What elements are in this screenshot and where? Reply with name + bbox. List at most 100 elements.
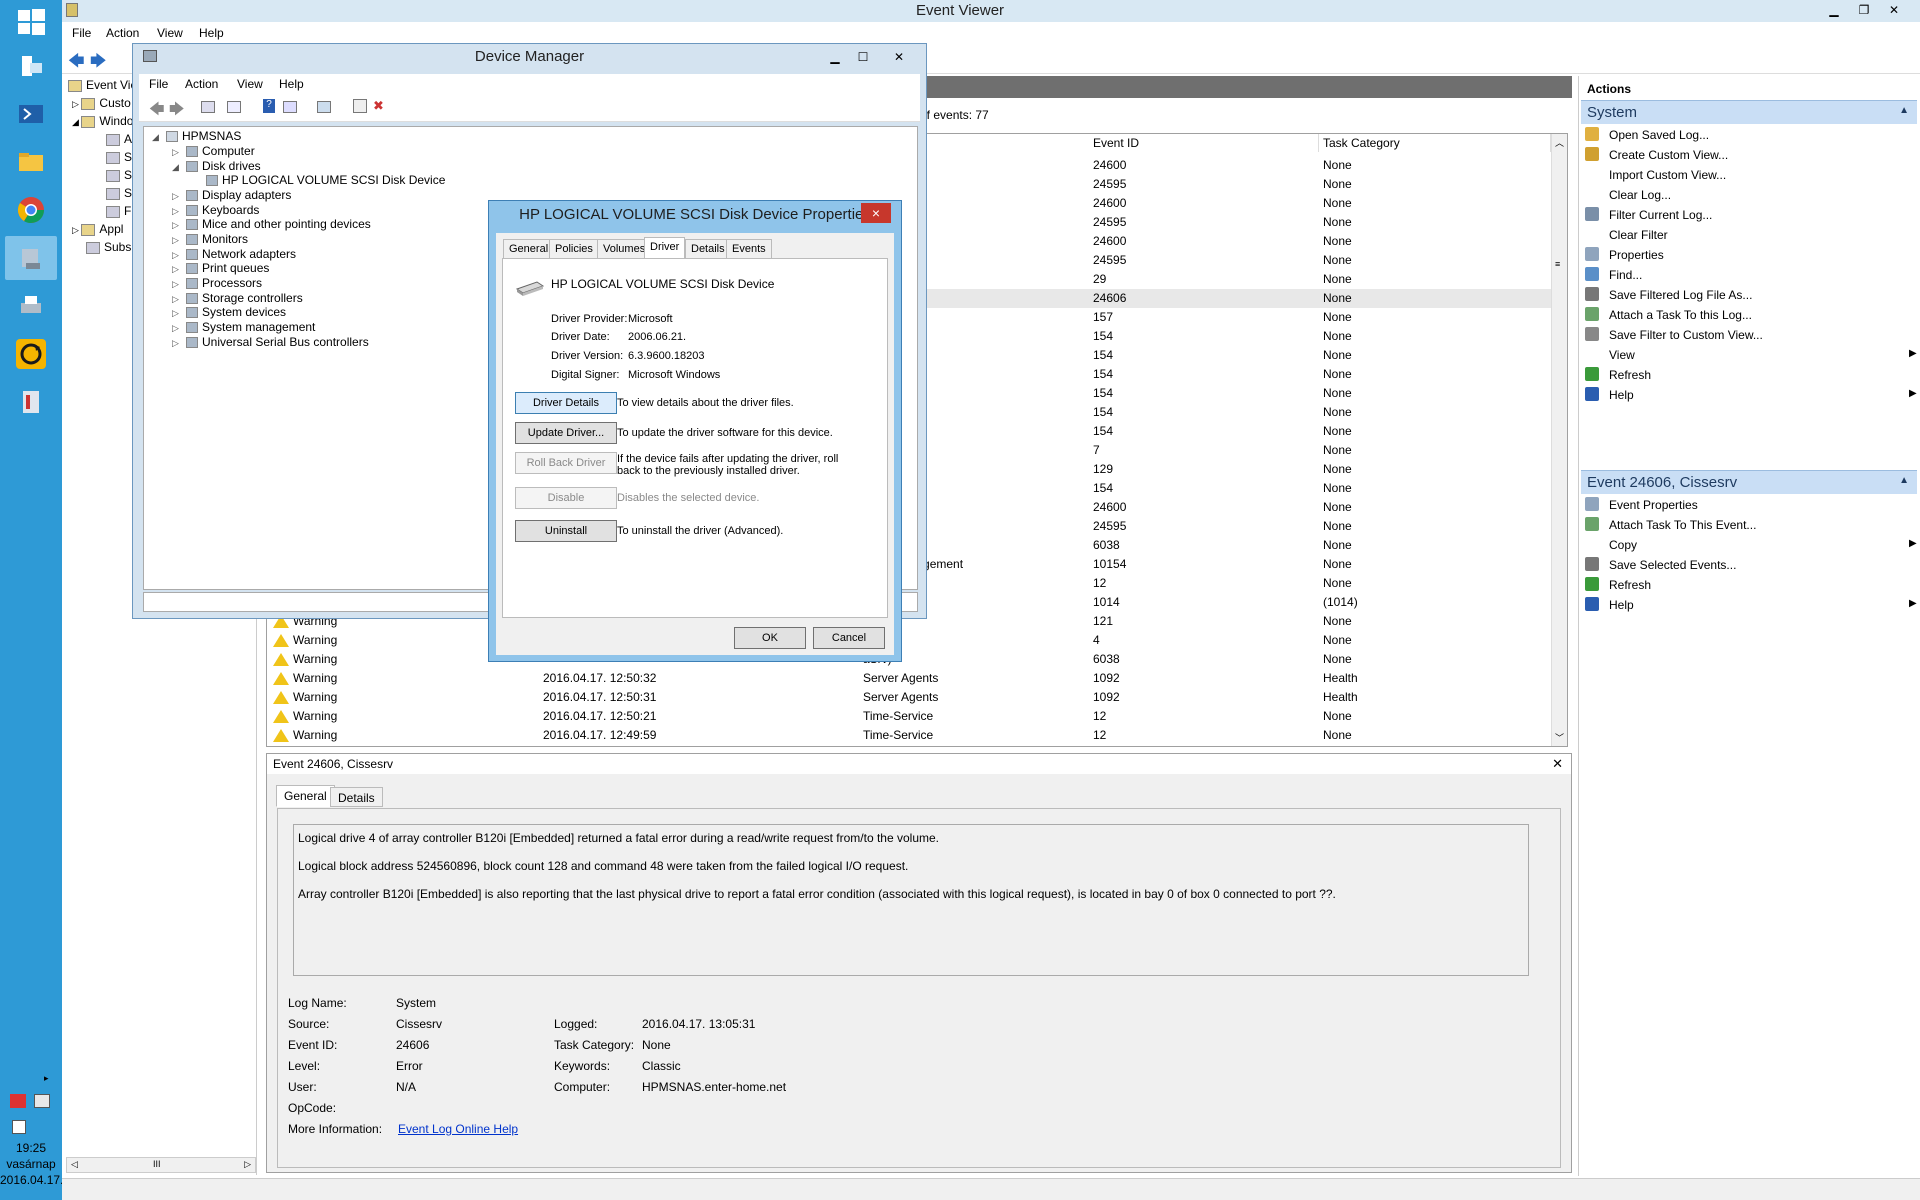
expand-icon[interactable]: ◢: [152, 132, 162, 143]
device-tree-item[interactable]: ▷ Mice and other pointing devices: [172, 217, 371, 231]
action-item[interactable]: Attach a Task To this Log...: [1585, 307, 1752, 322]
expand-icon[interactable]: ▷: [172, 338, 182, 349]
device-tree-item[interactable]: ▷ Universal Serial Bus controllers: [172, 335, 369, 349]
dm-minimize-button[interactable]: ▁: [821, 47, 849, 67]
tree-security[interactable]: S: [106, 150, 132, 164]
action-item[interactable]: Import Custom View...: [1609, 168, 1726, 182]
action-item[interactable]: Clear Filter: [1609, 228, 1668, 242]
action-item[interactable]: Create Custom View...: [1585, 147, 1728, 162]
action-item[interactable]: Find...: [1585, 267, 1642, 282]
dm-properties-icon[interactable]: [227, 101, 241, 113]
tab-details[interactable]: Details: [330, 787, 383, 807]
expand-icon[interactable]: ▷: [172, 279, 182, 290]
forward-icon[interactable]: 🡆: [90, 50, 107, 77]
expand-icon[interactable]: ▷: [172, 191, 182, 202]
cancel-button[interactable]: Cancel: [813, 627, 885, 649]
dm-close-button[interactable]: ✕: [885, 47, 913, 67]
expand-icon[interactable]: ▷: [172, 206, 182, 217]
dm-forward-icon[interactable]: 🡆: [169, 99, 185, 124]
prop-tab-details[interactable]: Details: [685, 239, 731, 259]
action-item[interactable]: Copy ▶: [1609, 538, 1917, 552]
restore-button[interactable]: ❐: [1850, 0, 1878, 20]
sync-taskbar-icon[interactable]: [5, 332, 57, 376]
menu-action[interactable]: Action: [106, 26, 139, 40]
device-manager-taskbar-icon[interactable]: [5, 236, 57, 280]
update-driver-button[interactable]: Update Driver...: [515, 422, 617, 444]
tree-windows-logs[interactable]: ◢ Windo: [72, 114, 133, 128]
dm-help-icon[interactable]: ?: [263, 99, 275, 113]
action-item[interactable]: Refresh: [1585, 577, 1651, 592]
clock-date[interactable]: 2016.04.17.: [0, 1173, 63, 1187]
tab-general[interactable]: General: [276, 785, 335, 807]
expand-icon[interactable]: ▷: [172, 264, 182, 275]
tray-action-center-icon[interactable]: [10, 1094, 26, 1108]
action-item[interactable]: Help ▶: [1585, 387, 1917, 402]
action-item[interactable]: View ▶: [1609, 348, 1917, 362]
actions-group-system[interactable]: System ▲: [1581, 100, 1917, 124]
prop-tab-events[interactable]: Events: [726, 239, 772, 259]
event-viewer-taskbar-icon[interactable]: [5, 380, 57, 424]
tray-network-icon[interactable]: [34, 1094, 50, 1108]
dm-uninstall-icon[interactable]: ✖: [373, 98, 384, 114]
device-tree-item[interactable]: ▷ Keyboards: [172, 203, 259, 217]
expand-icon[interactable]: ▷: [172, 235, 182, 246]
minimize-button[interactable]: ▁: [1820, 0, 1848, 20]
uninstall-button[interactable]: Uninstall: [515, 520, 617, 542]
printer-taskbar-icon[interactable]: [5, 284, 57, 328]
action-item[interactable]: Filter Current Log...: [1585, 207, 1712, 222]
clock-time[interactable]: 19:25: [0, 1141, 62, 1155]
action-item[interactable]: Save Filter to Custom View...: [1585, 327, 1763, 342]
action-item[interactable]: Open Saved Log...: [1585, 127, 1709, 142]
expand-icon[interactable]: ▷: [172, 294, 182, 305]
menu-file[interactable]: File: [72, 26, 91, 40]
dm-menu-file[interactable]: File: [149, 77, 168, 91]
roll-back-driver-button[interactable]: Roll Back Driver: [515, 452, 617, 474]
tray-expand-icon[interactable]: ▸: [44, 1073, 49, 1084]
expand-icon[interactable]: ▷: [172, 323, 182, 334]
menu-help[interactable]: Help: [199, 26, 224, 40]
ok-button[interactable]: OK: [734, 627, 806, 649]
tree-forwarded[interactable]: F: [106, 204, 131, 218]
grid-scrollbar[interactable]: ︿ ≡ ﹀: [1551, 134, 1567, 746]
tray-volume-icon[interactable]: [12, 1120, 26, 1134]
table-row[interactable]: WarningaSrv)6038None: [267, 650, 1551, 669]
tree-applications-services[interactable]: ▷ Appl: [72, 222, 123, 236]
action-item[interactable]: Event Properties: [1585, 497, 1698, 512]
server-manager-taskbar-icon[interactable]: [5, 44, 57, 88]
dm-view-icon[interactable]: [283, 101, 297, 113]
back-icon[interactable]: 🡄: [68, 50, 85, 77]
device-tree-item[interactable]: ▷ System management: [172, 320, 315, 334]
close-button[interactable]: ✕: [1880, 0, 1908, 20]
dm-show-hide-tree-icon[interactable]: [201, 101, 215, 113]
tree-application[interactable]: A: [106, 132, 132, 146]
disable-button[interactable]: Disable: [515, 487, 617, 509]
expand-icon[interactable]: ▷: [172, 308, 182, 319]
tree-custom-views[interactable]: ▷ Custo: [72, 96, 131, 110]
device-tree-item[interactable]: HP LOGICAL VOLUME SCSI Disk Device: [192, 173, 445, 187]
table-row[interactable]: Warning 2016.04.17. 12:50:31 Server Agents…: [267, 688, 1551, 707]
tree-subscriptions[interactable]: Subs: [86, 240, 131, 254]
driver-details-button[interactable]: Driver Details: [515, 392, 617, 414]
dm-update-driver-icon[interactable]: [353, 99, 367, 113]
dm-maximize-button[interactable]: ☐: [849, 47, 877, 67]
file-explorer-taskbar-icon[interactable]: [5, 140, 57, 184]
event-log-online-help-link[interactable]: Event Log Online Help: [398, 1122, 518, 1136]
chrome-taskbar-icon[interactable]: [5, 188, 57, 232]
column-header-task-category[interactable]: Task Category: [1319, 134, 1551, 152]
column-header-event-id[interactable]: Event ID: [1089, 134, 1319, 152]
dm-back-icon[interactable]: 🡄: [149, 99, 165, 124]
device-tree-item[interactable]: ▷ Monitors: [172, 232, 248, 246]
action-item[interactable]: Clear Log...: [1609, 188, 1671, 202]
device-tree-item[interactable]: ◢ HPMSNAS: [152, 129, 241, 143]
expand-icon[interactable]: ▷: [172, 147, 182, 158]
action-item[interactable]: Refresh: [1585, 367, 1651, 382]
tree-event-viewer[interactable]: Event Vie: [68, 78, 137, 92]
expand-icon[interactable]: ▷: [172, 250, 182, 261]
detail-close-icon[interactable]: ✕: [1552, 756, 1563, 772]
dm-menu-view[interactable]: View: [237, 77, 263, 91]
device-tree-item[interactable]: ▷ Storage controllers: [172, 291, 303, 305]
action-item[interactable]: Attach Task To This Event...: [1585, 517, 1756, 532]
dm-menu-help[interactable]: Help: [279, 77, 304, 91]
action-item[interactable]: Help ▶: [1585, 597, 1917, 612]
device-tree-item[interactable]: ▷ System devices: [172, 305, 286, 319]
